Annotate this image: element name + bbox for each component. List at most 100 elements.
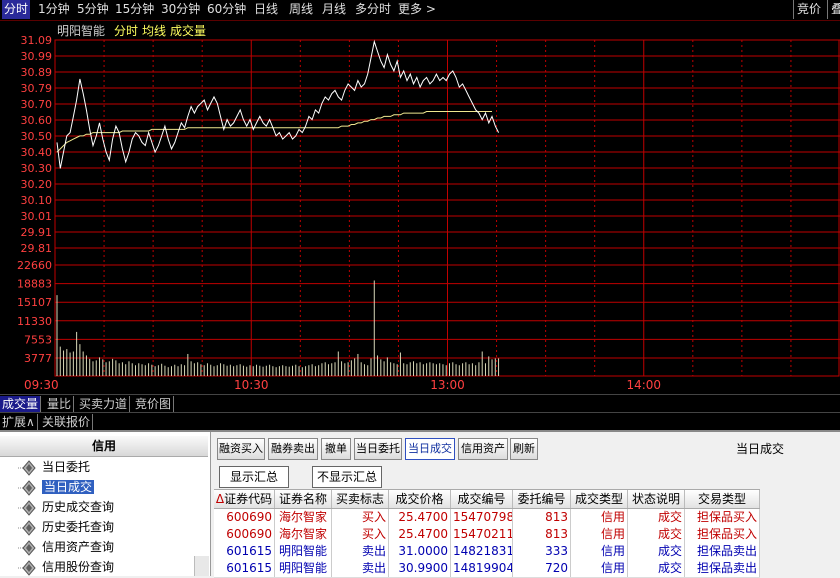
price-tick-label: 30.40 (21, 146, 53, 159)
cell-side: 卖出 (332, 560, 389, 577)
price-tick-label: 29.91 (21, 226, 53, 239)
period-tab-60min[interactable]: 60分钟 (207, 0, 246, 19)
margin-buy-button[interactable]: 融资买入 (217, 438, 265, 460)
menu-item-label: 信用资产查询 (42, 540, 115, 554)
cell-status: 成交 (628, 543, 685, 560)
today-orders-button[interactable]: 当日委托 (354, 438, 402, 460)
tab-expand[interactable]: 扩展∧ (0, 414, 38, 430)
diamond-icon (18, 459, 36, 476)
sort-marker: Δ (215, 492, 225, 506)
price-tick-label: 30.79 (21, 82, 53, 95)
price-tick-label: 30.70 (21, 98, 53, 111)
show-summary-button[interactable]: 显示汇总 (219, 466, 289, 488)
cell-trade-no: 14821831 (453, 543, 513, 560)
table-row[interactable]: 600690 海尔智家 买入 25.4700 15470798 813 信用 成交 担保品买入 (214, 509, 760, 527)
legend-volume: 成交量 (170, 24, 207, 38)
tab-volume-ratio[interactable]: 量比 (45, 396, 75, 412)
menu-item-3[interactable]: 历史成交查询 (18, 498, 114, 517)
price-tick-label: 29.81 (21, 242, 53, 255)
menu-item-1[interactable]: 当日委托 (18, 458, 90, 477)
cell-price: 31.0000 (389, 543, 451, 560)
price-tick-label: 30.20 (21, 178, 53, 191)
cell-trade-type: 担保品卖出 (685, 543, 760, 560)
cell-trade-no: 14819904 (453, 560, 513, 577)
tab-auction-chart[interactable]: 竞价图 (133, 396, 175, 412)
hide-summary-button[interactable]: 不显示汇总 (312, 466, 382, 488)
menu-item-2[interactable]: 当日成交 (18, 478, 95, 497)
table-row[interactable]: 600690 海尔智家 买入 25.4700 15470211 813 信用 成交 担保品买入 (214, 526, 760, 544)
period-tab-multi[interactable]: 多分时 (355, 0, 391, 19)
menu-item-5[interactable]: 信用资产查询 (18, 538, 114, 557)
price-tick-label: 30.60 (21, 114, 53, 127)
period-tab-day[interactable]: 日线 (254, 0, 278, 19)
col-price[interactable]: 成交价格 (389, 490, 451, 508)
period-tab-15min[interactable]: 15分钟 (115, 0, 154, 19)
table-row[interactable]: 601615 明阳智能 卖出 30.9900 14819904 720 信用 成交 担保品卖出 (214, 560, 760, 578)
cell-status: 成交 (628, 526, 685, 543)
table-row[interactable]: 601615 明阳智能 卖出 31.0000 14821831 333 信用 成交 担保品卖出 (214, 543, 760, 561)
period-tab-month[interactable]: 月线 (322, 0, 346, 19)
time-axis: 09:30 10:30 13:00 14:00 (24, 378, 661, 392)
price-line (56, 39, 500, 169)
cell-code: 601615 (214, 543, 275, 560)
col-status[interactable]: 状态说明 (628, 490, 685, 508)
cell-status: 成交 (628, 560, 685, 577)
price-tick-label: 30.30 (21, 162, 53, 175)
menu-scrollbar[interactable] (194, 556, 209, 576)
price-tick-label: 30.10 (21, 194, 53, 207)
volume-tick-label: 3777 (24, 352, 52, 365)
menu-item-4[interactable]: 历史委托查询 (18, 518, 114, 537)
diamond-icon (18, 499, 36, 516)
volume-tick-label: 22660 (17, 259, 52, 272)
tab-buy-sell-force[interactable]: 买卖力道 (77, 396, 131, 412)
tab-related-quote[interactable]: 关联报价 (40, 414, 94, 430)
credit-assets-button[interactable]: 信用资产 (458, 438, 508, 460)
time-tick-label: 13:00 (430, 378, 465, 392)
period-tab-5min[interactable]: 5分钟 (77, 0, 109, 19)
overlay-button[interactable]: 叠 (827, 0, 840, 19)
period-tab-more[interactable]: 更多 > (398, 0, 436, 19)
today-trades-button[interactable]: 当日成交 (405, 438, 455, 460)
volume-tick-label: 15107 (17, 296, 52, 309)
cell-code: 600690 (214, 509, 275, 526)
cell-trade-no: 15470798 (453, 509, 513, 526)
cell-order-no: 813 (513, 526, 571, 543)
price-tick-label: 31.09 (21, 34, 53, 47)
cancel-order-button[interactable]: 撤单 (321, 438, 351, 460)
period-tab-week[interactable]: 周线 (289, 0, 313, 19)
period-tab-1min[interactable]: 1分钟 (38, 0, 70, 19)
cell-type: 信用 (571, 526, 628, 543)
menu-item-label: 信用股份查询 (42, 560, 115, 574)
col-trade-no[interactable]: 成交编号 (451, 490, 513, 508)
volume-bars (56, 280, 500, 376)
cell-type: 信用 (571, 509, 628, 526)
time-tick-label: 09:30 (24, 378, 59, 392)
refresh-button[interactable]: 刷新 (510, 438, 538, 460)
cell-price: 25.4700 (389, 526, 451, 543)
cell-price: 30.9900 (389, 560, 451, 577)
cell-code: 601615 (214, 560, 275, 577)
col-side[interactable]: 买卖标志 (332, 490, 389, 508)
price-axis: 31.09 30.99 30.89 30.79 30.70 30.60 30.50 30.40… (21, 34, 53, 255)
indicator-tabs: 成交量 量比 买卖力道 竞价图 (0, 394, 840, 413)
col-code[interactable]: Δ证券代码 (214, 490, 275, 508)
auction-button[interactable]: 竞价 (793, 0, 821, 19)
cell-trade-type: 担保品卖出 (685, 560, 760, 577)
col-type[interactable]: 成交类型 (571, 490, 628, 508)
volume-tick-label: 18883 (17, 278, 52, 291)
cell-price: 25.4700 (389, 509, 451, 526)
col-name[interactable]: 证券名称 (275, 490, 332, 508)
menu-item-6[interactable]: 信用股份查询 (18, 558, 114, 577)
tab-volume[interactable]: 成交量 (0, 396, 42, 412)
volume-axis: 22660 18883 15107 11330 7553 3777 (17, 259, 52, 365)
diamond-icon (18, 539, 36, 556)
col-order-no[interactable]: 委托编号 (513, 490, 571, 508)
legend-average: 均线 (142, 24, 167, 38)
short-sell-button[interactable]: 融券卖出 (268, 438, 318, 460)
cell-side: 卖出 (332, 543, 389, 560)
col-trade-type[interactable]: 交易类型 (685, 490, 760, 508)
cell-trade-type: 担保品买入 (685, 526, 760, 543)
period-tab-30min[interactable]: 30分钟 (161, 0, 200, 19)
period-tab-fenshi[interactable]: 分时 (2, 0, 31, 19)
cell-type: 信用 (571, 543, 628, 560)
